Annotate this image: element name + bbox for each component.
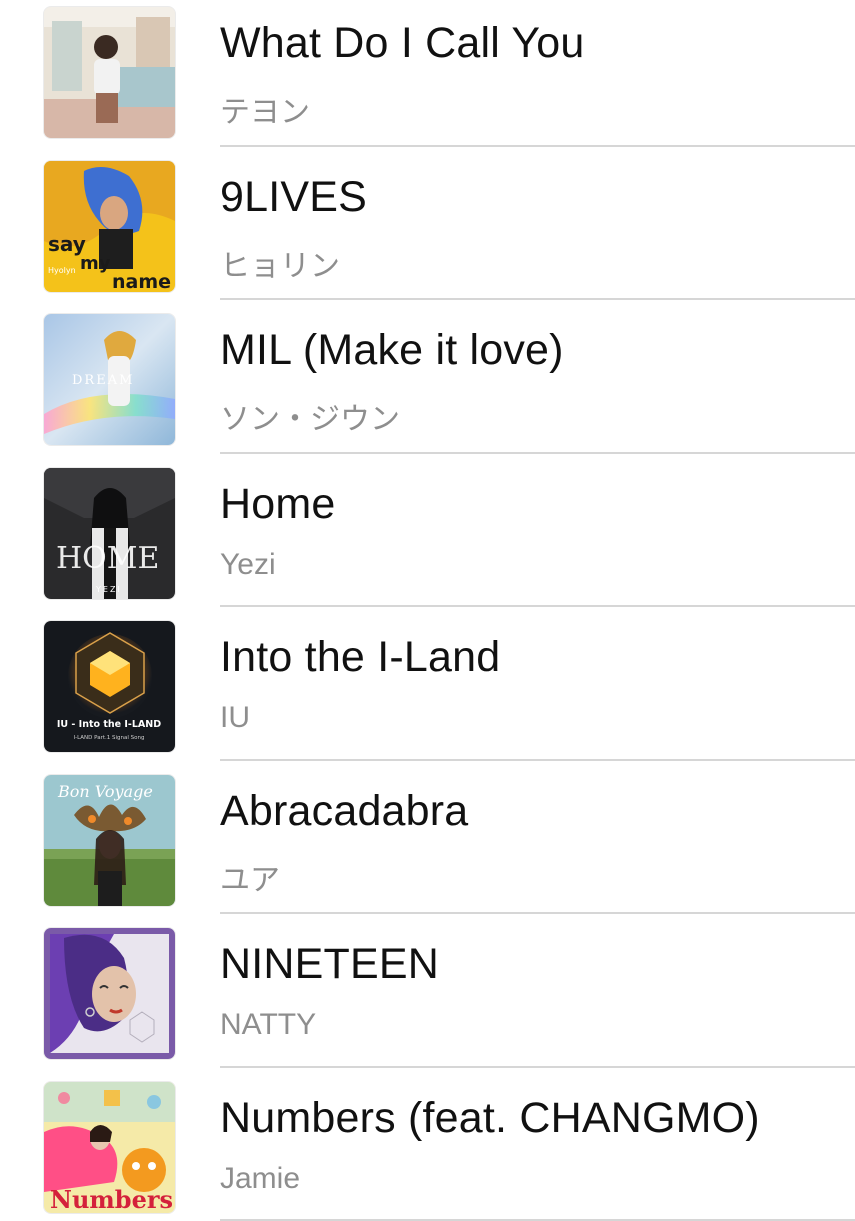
art-text: Bon Voyage <box>57 782 153 801</box>
track-artist: テヨン <box>220 87 310 131</box>
art-text: name <box>112 271 171 292</box>
art-text: DREAM <box>72 373 134 388</box>
art-text: IU - Into the I-LAND <box>57 719 161 730</box>
track-row[interactable]: IU - Into the I-LAND I-LAND Part.1 Signa… <box>0 607 855 761</box>
track-title: 9LIVES <box>220 173 367 222</box>
track-artist: NATTY <box>220 1008 316 1042</box>
album-art-nineteen <box>44 928 175 1059</box>
track-row[interactable]: say my name Hyolyn 9LIVES ヒョリン <box>0 147 855 301</box>
art-text: Numbers <box>50 1185 173 1213</box>
track-title: MIL (Make it love) <box>220 326 564 375</box>
track-row[interactable]: Numbers Numbers (feat. CHANGMO) Jamie <box>0 1068 855 1221</box>
track-artist: ソン・ジウン <box>220 394 400 438</box>
track-title: NINETEEN <box>220 940 439 989</box>
art-text: YEZI <box>95 585 122 594</box>
album-art-bon-voyage: Bon Voyage <box>44 775 175 906</box>
track-row[interactable]: Bon Voyage Abracadabra ユア <box>0 761 855 915</box>
track-list: What Do I Call You テヨン say my name Hyoly… <box>0 0 855 1221</box>
track-row[interactable]: What Do I Call You テヨン <box>0 0 855 147</box>
art-text: my <box>80 253 111 274</box>
track-title: What Do I Call You <box>220 19 585 68</box>
track-artist: Jamie <box>220 1162 300 1196</box>
track-row[interactable]: NINETEEN NATTY <box>0 914 855 1068</box>
album-art-numbers: Numbers <box>44 1082 175 1213</box>
track-title: Abracadabra <box>220 787 468 836</box>
art-text: I-LAND Part.1 Signal Song <box>74 735 145 741</box>
art-text: Hyolyn <box>48 266 76 275</box>
track-artist: IU <box>220 701 250 735</box>
album-art-into-the-i-land: IU - Into the I-LAND I-LAND Part.1 Signa… <box>44 621 175 752</box>
track-row[interactable]: DREAM MIL (Make it love) ソン・ジウン <box>0 300 855 454</box>
art-text: HOME <box>56 541 159 576</box>
track-title: Into the I-Land <box>220 633 500 682</box>
album-art-home: HOME YEZI <box>44 468 175 599</box>
track-artist: Yezi <box>220 548 276 582</box>
album-art-what-do-i-call-you <box>44 7 175 138</box>
album-art-dream: DREAM <box>44 314 175 445</box>
track-title: Home <box>220 480 336 529</box>
track-title: Numbers (feat. CHANGMO) <box>220 1094 760 1143</box>
track-row[interactable]: HOME YEZI Home Yezi <box>0 454 855 608</box>
track-artist: ユア <box>220 855 280 899</box>
album-art-say-my-name: say my name Hyolyn <box>44 161 175 292</box>
track-artist: ヒョリン <box>220 241 340 285</box>
